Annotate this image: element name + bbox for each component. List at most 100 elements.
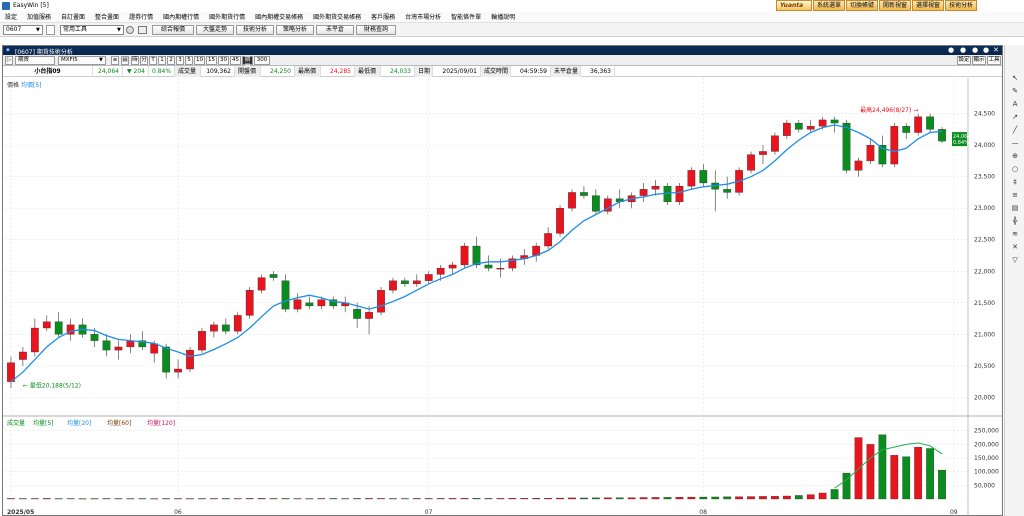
candle-body (914, 116, 923, 133)
high-annotation: 最高24,496(8/27) → (860, 106, 918, 114)
drawing-tool-icon[interactable]: ↗ (1009, 112, 1021, 122)
candle-body (759, 151, 767, 155)
period-button[interactable]: 300 (254, 56, 270, 65)
volume-bar (66, 498, 75, 500)
menu-item[interactable]: 整合畫面 (90, 12, 124, 22)
switch-account-button[interactable]: 切換帳號 (846, 0, 879, 11)
help-icon[interactable]: ● (960, 46, 966, 54)
select-window-button[interactable]: 選擇視窗 (912, 0, 945, 11)
menu-item[interactable]: 台灣市場分析 (400, 12, 446, 22)
new-window-button[interactable]: 開新視窗 (879, 0, 912, 11)
settings-button[interactable]: 設定 (957, 56, 971, 65)
volume-bar (341, 498, 350, 500)
price-tick-label: 21,000 (974, 331, 995, 338)
time-label: 成交時間 (481, 65, 511, 77)
menu-item[interactable]: 國外期貨交易帳務 (308, 12, 366, 22)
chart-icon[interactable]: ≡ (111, 56, 119, 65)
market-trend-button[interactable]: 大盤走勢 (196, 25, 234, 35)
menu-item[interactable]: 證券行情 (124, 12, 158, 22)
volume-bar (914, 446, 923, 500)
period-button[interactable]: 2 (167, 56, 175, 65)
period-button[interactable]: 30 (218, 56, 229, 65)
volume-bar (902, 456, 911, 500)
drawing-tool-icon[interactable]: ↖ (1009, 73, 1021, 83)
product-select[interactable]: 期貨 (15, 56, 55, 65)
display-button[interactable]: 顯示 (972, 56, 986, 65)
candlestick-chart[interactable]: 24,500 24,000 23,500 23,000 22,500 22,000 21,5… (3, 78, 1002, 516)
volume-bar (401, 498, 409, 500)
volume-bar (257, 498, 266, 500)
candle-body (830, 119, 839, 124)
low-annotation: ← 最低20,188(5/12) (23, 382, 81, 390)
chevron-down-icon[interactable]: ▼ (99, 57, 103, 63)
drawing-tool-icon[interactable]: ▤ (1009, 203, 1021, 213)
menu-item[interactable]: 加值服務 (22, 12, 56, 22)
period-button[interactable]: 1 (158, 56, 166, 65)
drawing-tool-icon[interactable]: ✎ (1009, 86, 1021, 96)
period-button[interactable]: 分 (140, 56, 148, 65)
close-window-icon[interactable]: ✕ (993, 46, 999, 54)
tools-dropdown[interactable]: 常用工具 (60, 25, 124, 35)
period-button[interactable]: 3 (176, 56, 184, 65)
volume-bar (675, 497, 684, 500)
chevron-down-icon[interactable]: ▼ (36, 27, 40, 33)
drawing-tool-icon[interactable]: ○ (1009, 164, 1021, 174)
menu-item[interactable]: 輪播說明 (486, 12, 520, 22)
menu-item[interactable]: 國內期權行情 (158, 12, 204, 22)
tools-button[interactable]: 工具 (987, 56, 1001, 65)
financial-query-button[interactable]: 財務查詢 (356, 25, 396, 35)
copy-icon[interactable]: ▤ (121, 56, 129, 65)
period-button[interactable]: 45 (230, 56, 241, 65)
period-button[interactable]: 10 (194, 56, 205, 65)
volume-bar (890, 455, 899, 500)
brand-logo[interactable]: Yuanta (776, 0, 812, 11)
close-icon[interactable]: ● (948, 46, 954, 54)
candle-body (162, 346, 170, 373)
system-menu-button[interactable]: 系統選單 (813, 0, 846, 11)
drawing-tool-icon[interactable]: — (1009, 138, 1021, 148)
chevron-down-icon[interactable]: ▼ (117, 27, 121, 33)
menu-item[interactable]: 客戶服務 (366, 12, 400, 22)
tech-analysis-button[interactable]: 技術分析 (236, 25, 274, 35)
quote-button[interactable]: 綜合報價 (152, 25, 194, 35)
period-button[interactable]: 15 (206, 56, 217, 65)
volume-bar (54, 498, 63, 500)
menu-item[interactable]: 國外期貨行情 (204, 12, 250, 22)
menu-item[interactable]: 智能條件單 (446, 12, 486, 22)
volume-legend-ma: 均量[20] (67, 419, 91, 427)
menu-item[interactable]: 國內期權交易帳務 (250, 12, 308, 22)
minimize-icon[interactable]: ● (972, 46, 978, 54)
period-button[interactable]: 期間 (242, 56, 253, 70)
drawing-tool-icon[interactable]: ╱ (1009, 125, 1021, 135)
candle-body (926, 116, 934, 130)
drawing-tool-icon[interactable]: ‡ (1009, 177, 1021, 187)
drawing-tool-icon[interactable]: A (1009, 99, 1021, 109)
volume-bar (389, 498, 397, 500)
play-icon[interactable]: ▷ (5, 56, 13, 65)
period-button[interactable]: 5 (185, 56, 193, 65)
period-button[interactable]: 時 (131, 56, 139, 65)
maximize-icon[interactable]: ● (983, 46, 989, 54)
candle-body (30, 327, 39, 353)
menu-item[interactable]: 設定 (0, 12, 22, 22)
drawing-tool-icon[interactable]: ⊕ (1009, 151, 1021, 161)
period-button[interactable]: T (149, 56, 157, 65)
drawing-tool-icon[interactable]: ▽ (1009, 255, 1021, 265)
drawing-tool-icon[interactable]: ✕ (1009, 242, 1021, 252)
drawing-tool-icon[interactable]: ≋ (1009, 229, 1021, 239)
volume-bar (114, 498, 123, 500)
drawing-tool-icon[interactable]: ╬ (1009, 216, 1021, 226)
drawing-tool-icon[interactable]: ≡ (1009, 190, 1021, 200)
candle-body (305, 302, 314, 307)
date-value: 2025/09/01 (433, 65, 481, 77)
window-icon[interactable] (138, 26, 147, 34)
gear-icon[interactable] (126, 26, 134, 34)
candle-body (233, 315, 242, 332)
search-icon[interactable] (46, 25, 55, 35)
open-interest-button[interactable]: 未平倉 (316, 25, 354, 35)
technical-analysis-button[interactable]: 技術分析 (945, 0, 978, 11)
candle-body (639, 189, 648, 196)
volume-bar (233, 498, 242, 500)
menu-item[interactable]: 自訂畫面 (56, 12, 90, 22)
strategy-button[interactable]: 策略分析 (276, 25, 314, 35)
